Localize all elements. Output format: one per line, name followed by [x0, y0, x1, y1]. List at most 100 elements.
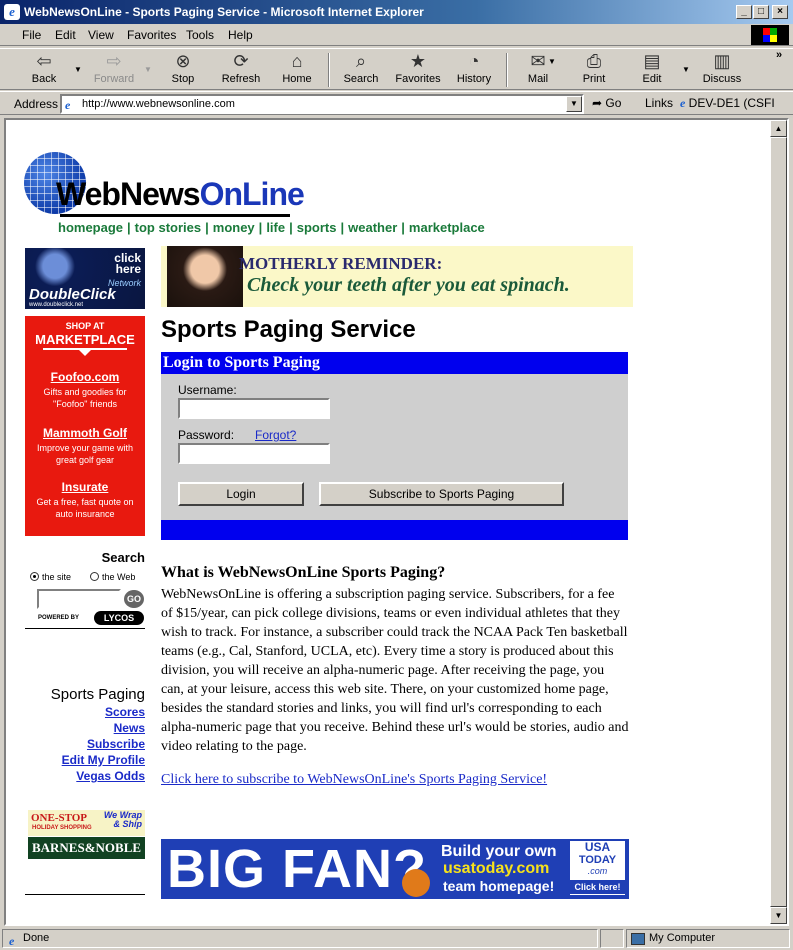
top-navigation: homepage | top stories | money | life | sports | w… [58, 220, 485, 235]
sidebar-link-vegas-odds[interactable]: Vegas Odds [25, 769, 145, 783]
stop-icon: ⊗ [175, 51, 191, 71]
radio-the-web[interactable]: the Web [90, 572, 135, 582]
menu-view[interactable]: View [88, 28, 114, 42]
wrap-ship-text: We Wrap & Ship [104, 811, 142, 829]
barnes-noble-ad[interactable]: ONE-STOP HOLIDAY SHOPPING We Wrap & Ship … [28, 810, 145, 860]
edit-document-icon: ▤ [643, 51, 661, 71]
password-label: Password: [178, 428, 235, 442]
marketplace-link-mammoth-golf[interactable]: Mammoth Golf [25, 426, 145, 440]
nav-marketplace[interactable]: marketplace [409, 220, 485, 235]
menu-bar: File Edit View Favorites Tools Help [0, 24, 793, 46]
site-search-input[interactable] [37, 589, 121, 609]
site-logo[interactable]: WebNewsOnLine [56, 176, 305, 213]
sidebar-link-news[interactable]: News [25, 721, 145, 735]
forward-dropdown-icon[interactable]: ▼ [144, 65, 152, 74]
zone-pane: My Computer [626, 929, 790, 948]
minimize-button[interactable]: _ [736, 5, 752, 19]
refresh-button[interactable]: ⟳ Refresh [216, 51, 266, 89]
links-item[interactable]: e DEV-DE1 (CSFI [680, 96, 775, 111]
address-bar: Address e http://www.webnewsonline.com ▼… [0, 91, 793, 115]
scroll-up-icon[interactable]: ▲ [770, 120, 787, 137]
radio-label: the site [42, 572, 72, 582]
radio-the-site[interactable]: the site [30, 572, 71, 582]
bigfan-line3: team homepage! [443, 878, 555, 894]
click-here-text: click here [114, 251, 141, 276]
print-label: Print [582, 73, 606, 85]
nav-sports[interactable]: sports [297, 220, 337, 235]
vertical-scrollbar[interactable]: ▲ ▼ [770, 120, 787, 924]
sidebar-link-scores[interactable]: Scores [25, 705, 145, 719]
mail-dropdown-icon[interactable]: ▼ [548, 57, 556, 66]
usa-today-logo: USA TODAY .com Click here! [570, 841, 625, 895]
divider [25, 894, 145, 895]
subscribe-link[interactable]: Click here to subscribe to WebNewsOnLine… [161, 772, 547, 788]
edit-dropdown-icon[interactable]: ▼ [682, 65, 690, 74]
motherly-reminder-ad[interactable]: MOTHERLY REMINDER: Check your teeth afte… [161, 246, 633, 307]
favorites-button[interactable]: ★ Favorites [392, 51, 444, 89]
menu-file[interactable]: File [22, 28, 41, 42]
search-go-button[interactable]: GO [124, 590, 144, 608]
menu-tools[interactable]: Tools [186, 28, 214, 42]
forward-label: Forward [93, 73, 135, 85]
maximize-button[interactable]: □ [753, 5, 769, 19]
big-fan-ad[interactable]: BIG FAN? Build your own usatoday.com tea… [161, 839, 629, 899]
marketplace-link-foofoo[interactable]: Foofoo.com [25, 370, 145, 384]
toolbar-chevron-icon[interactable]: » [776, 49, 782, 61]
forgot-password-link[interactable]: Forgot? [255, 428, 296, 442]
discuss-label: Discuss [702, 73, 742, 85]
password-input[interactable] [178, 443, 330, 464]
menu-help[interactable]: Help [228, 28, 253, 42]
nav-top-stories[interactable]: top stories [135, 220, 201, 235]
bigfan-line2: usatoday.com [443, 860, 550, 877]
woman-photo [167, 246, 243, 307]
discuss-button[interactable]: ▥ Discuss [700, 51, 744, 89]
scroll-down-icon[interactable]: ▼ [770, 907, 787, 924]
section-heading: What is WebNewsOnLine Sports Paging? [161, 564, 446, 581]
back-label: Back [31, 73, 57, 85]
page-title: Sports Paging Service [161, 316, 416, 343]
close-button[interactable]: × [772, 5, 788, 19]
logo-underline [60, 214, 290, 217]
radio-unselected-icon [90, 572, 99, 581]
marketplace-desc: Gifts and goodies for "Foofoo" friends [43, 387, 127, 409]
stop-button[interactable]: ⊗ Stop [162, 51, 204, 89]
page-icon: e [65, 98, 71, 112]
address-dropdown-icon[interactable]: ▼ [566, 96, 582, 112]
page-icon: e [9, 934, 15, 948]
description-paragraph: WebNewsOnLine is offering a subscription… [161, 587, 629, 754]
status-pane: e Done [2, 929, 598, 948]
nav-homepage[interactable]: homepage [58, 220, 123, 235]
address-url[interactable]: http://www.webnewsonline.com [82, 98, 235, 110]
forward-arrow-icon: ⇨ [106, 51, 122, 71]
nav-weather[interactable]: weather [348, 220, 397, 235]
menu-edit[interactable]: Edit [55, 28, 76, 42]
nav-money[interactable]: money [213, 220, 255, 235]
subscribe-button[interactable]: Subscribe to Sports Paging [319, 482, 564, 506]
discuss-icon: ▥ [713, 51, 731, 71]
page-icon: e [680, 96, 686, 110]
search-button[interactable]: ⌕ Search [338, 51, 384, 89]
edit-button[interactable]: ▤ Edit [632, 51, 672, 89]
back-button[interactable]: ⇦ Back [18, 51, 70, 89]
username-input[interactable] [178, 398, 330, 419]
login-button[interactable]: Login [178, 482, 304, 506]
web-page: WebNewsOnLine homepage | top stories | money… [6, 120, 772, 924]
back-dropdown-icon[interactable]: ▼ [74, 65, 82, 74]
sidebar-link-subscribe[interactable]: Subscribe [25, 737, 145, 751]
forward-button[interactable]: ⇨ Forward [88, 51, 140, 89]
search-icon: ⌕ [355, 51, 367, 71]
nav-life[interactable]: life [266, 220, 285, 235]
history-button[interactable]: ◔ History [452, 51, 496, 89]
sidebar-link-edit-profile[interactable]: Edit My Profile [25, 753, 145, 767]
links-button[interactable]: Links [645, 96, 673, 110]
search-label: Search [343, 73, 379, 85]
marketplace-link-insurate[interactable]: Insurate [25, 480, 145, 494]
address-field[interactable]: e http://www.webnewsonline.com ▼ [60, 94, 584, 114]
menu-favorites[interactable]: Favorites [127, 28, 176, 42]
go-button[interactable]: ➦ Go [592, 96, 621, 110]
bigfan-line1: Build your own [441, 843, 557, 860]
scroll-thumb[interactable] [770, 137, 787, 907]
print-button[interactable]: ⎙ Print [574, 51, 614, 89]
home-button[interactable]: ⌂ Home [276, 51, 318, 89]
doubleclick-ad[interactable]: click here Network DoubleClick www.doubl… [25, 248, 145, 309]
